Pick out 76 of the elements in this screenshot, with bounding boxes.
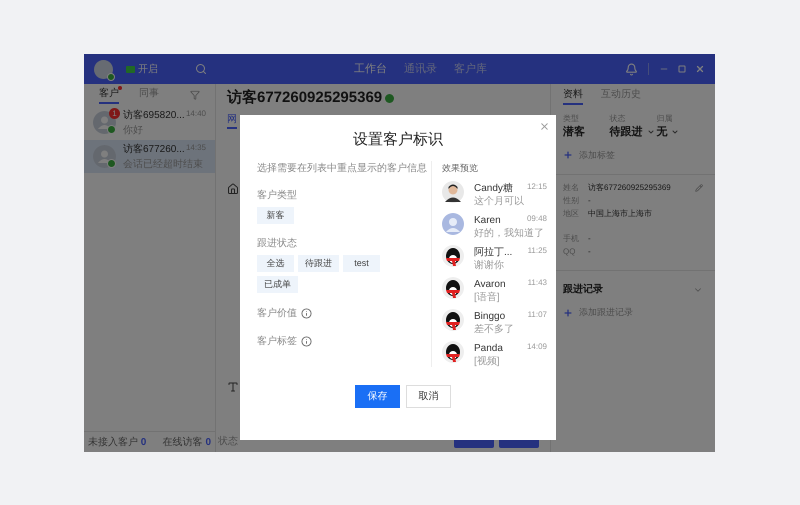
section-label: 客户价值	[257, 306, 297, 321]
panel-tab[interactable]: 客户	[99, 86, 119, 104]
page-tab[interactable]: 网	[227, 113, 237, 129]
message-time: 12:15	[526, 180, 547, 192]
add-icon[interactable]	[563, 150, 573, 160]
footer-count: 未接入客户 0	[88, 436, 146, 450]
info-icon[interactable]	[301, 336, 312, 347]
contact-name: Panda	[474, 342, 503, 356]
attribute-value: 无	[656, 125, 668, 140]
search-icon[interactable]	[195, 63, 207, 75]
dropdown-icon[interactable]	[646, 128, 655, 136]
footer-count: 在线访客 0	[162, 436, 211, 450]
section-label: 跟进状态	[257, 236, 298, 251]
user-avatar[interactable]	[94, 60, 113, 78]
message-time: 11:43	[528, 276, 547, 288]
section-title: 跟进记录	[563, 282, 603, 297]
cancel-button[interactable]: 取消	[406, 385, 451, 408]
field-value: -	[588, 232, 591, 244]
field-value: 访客677260925295369	[588, 182, 671, 194]
edit-icon[interactable]	[695, 184, 703, 192]
font-icon	[227, 381, 239, 393]
option-chip[interactable]: 已成单	[257, 276, 298, 293]
bell-icon[interactable]	[625, 62, 638, 76]
message-time: 14:09	[526, 340, 547, 352]
info-icon[interactable]	[301, 308, 312, 319]
avatar-icon	[442, 340, 464, 362]
add-icon[interactable]	[563, 308, 573, 318]
filter-icon[interactable]	[190, 90, 200, 100]
message-preview: [视频]	[474, 356, 501, 368]
contact-name: Karen	[474, 214, 501, 228]
message-preview: [语音]	[474, 292, 501, 304]
close-icon[interactable]	[695, 64, 705, 74]
avatar-icon	[442, 308, 464, 330]
save-button[interactable]: 保存	[355, 385, 400, 408]
attribute-value: 待跟进	[610, 124, 643, 140]
home-icon	[227, 183, 239, 195]
avatar-icon	[93, 111, 116, 134]
visitor-name: 访客695820...	[123, 108, 185, 122]
message-preview: 这个月可以	[474, 196, 525, 208]
message-preview: 谢谢你	[474, 260, 505, 272]
status-toggle[interactable]: 开启	[126, 62, 158, 76]
avatar-icon	[93, 145, 116, 168]
message-time: 11:07	[528, 308, 547, 320]
visitor-name: 访客677260...	[123, 142, 185, 156]
contact-name: 阿拉丁...	[474, 246, 512, 260]
section-label: 客户标签	[257, 334, 297, 349]
contact-name: Binggo	[474, 310, 506, 324]
maximize-icon[interactable]	[678, 65, 686, 73]
visitor-title: 访客677260925295369	[227, 88, 382, 108]
option-chip[interactable]: 全选	[257, 255, 294, 272]
unread-badge: 1	[109, 108, 120, 119]
message-time: 11:25	[528, 244, 547, 256]
avatar-icon	[442, 244, 464, 266]
nav-tab[interactable]: 工作台	[354, 60, 387, 78]
message-preview: 好的，我知道了	[474, 228, 545, 240]
avatar-icon	[442, 180, 464, 202]
avatar-icon	[442, 212, 464, 234]
option-chip[interactable]: test	[343, 255, 380, 272]
option-chip[interactable]: 新客	[257, 207, 294, 224]
panel-tab[interactable]: 资料	[563, 87, 583, 105]
dropdown-icon[interactable]	[671, 128, 680, 136]
message-time: 09:48	[526, 212, 547, 224]
option-chip[interactable]: 待跟进	[298, 255, 339, 272]
field-value: -	[588, 194, 591, 206]
message-preview: 差不多了	[474, 324, 515, 336]
section-label: 客户类型	[257, 188, 298, 203]
dialog-title: 设置客户标识	[353, 130, 443, 150]
field-value: 中国上海市上海市	[588, 208, 652, 220]
preview-title: 效果预览	[442, 162, 479, 175]
avatar-icon	[442, 276, 464, 298]
dialog-description: 选择需要在列表中重点显示的客户信息	[257, 162, 428, 176]
field-value: -	[588, 246, 591, 258]
attribute-value: 潜客	[563, 124, 585, 140]
close-icon[interactable]	[539, 121, 550, 132]
contact-name: Avaron	[474, 278, 506, 292]
contact-name: Candy糖	[474, 182, 513, 196]
